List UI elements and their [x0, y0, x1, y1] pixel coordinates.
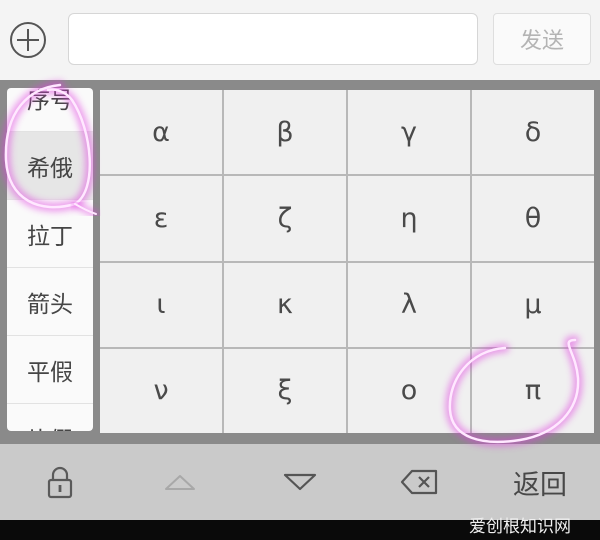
send-button[interactable]: 发送 [493, 13, 591, 65]
add-button[interactable] [6, 18, 50, 62]
symbol-key-delta[interactable]: δ [472, 90, 594, 175]
category-item-ordinal[interactable]: 序号 [7, 88, 93, 132]
message-input-bar: 发送 [0, 0, 600, 80]
symbol-key-gamma[interactable]: γ [348, 90, 470, 175]
symbol-keyboard: 序号 希俄 拉丁 箭头 平假 片假 α β γ δ ε ζ η θ ι κ λ … [0, 80, 600, 444]
triangle-down-icon [283, 473, 317, 491]
symbol-key-omicron[interactable]: ο [348, 348, 470, 433]
symbol-key-zeta[interactable]: ζ [224, 176, 346, 261]
symbol-key-iota[interactable]: ι [100, 262, 222, 347]
triangle-up-icon [165, 475, 195, 490]
message-input[interactable] [68, 13, 478, 65]
symbol-key-lambda[interactable]: λ [348, 262, 470, 347]
symbol-key-mu[interactable]: μ [472, 262, 594, 347]
back-button[interactable]: 返回 [500, 444, 580, 520]
symbol-key-alpha[interactable]: α [100, 90, 222, 175]
symbol-key-epsilon[interactable]: ε [100, 176, 222, 261]
symbol-key-xi[interactable]: ξ [224, 348, 346, 433]
category-item-latin[interactable]: 拉丁 [7, 200, 93, 268]
symbol-key-theta[interactable]: θ [472, 176, 594, 261]
page-down-button[interactable] [268, 444, 332, 520]
category-item-katakana[interactable]: 片假 [7, 404, 93, 432]
keyboard-toolbar: 返回 [0, 444, 600, 520]
delete-button[interactable] [390, 444, 450, 520]
symbol-category-list[interactable]: 序号 希俄 拉丁 箭头 平假 片假 [7, 88, 93, 431]
backspace-icon [400, 469, 438, 495]
symbol-key-kappa[interactable]: κ [224, 262, 346, 347]
greek-symbol-grid: α β γ δ ε ζ η θ ι κ λ μ ν ξ ο π [100, 90, 594, 433]
page-up-button[interactable] [150, 444, 210, 520]
category-item-arrows[interactable]: 箭头 [7, 268, 93, 336]
lock-button[interactable] [30, 444, 90, 520]
symbol-key-beta[interactable]: β [224, 90, 346, 175]
symbol-key-eta[interactable]: η [348, 176, 470, 261]
category-item-greek[interactable]: 希俄 [7, 132, 93, 200]
plus-circle-icon [10, 22, 46, 58]
lock-icon [47, 466, 73, 499]
watermark-text: 爱创根知识网 [469, 517, 571, 537]
symbol-key-nu[interactable]: ν [100, 348, 222, 433]
category-item-hiragana[interactable]: 平假 [7, 336, 93, 404]
symbol-key-pi[interactable]: π [472, 348, 594, 433]
